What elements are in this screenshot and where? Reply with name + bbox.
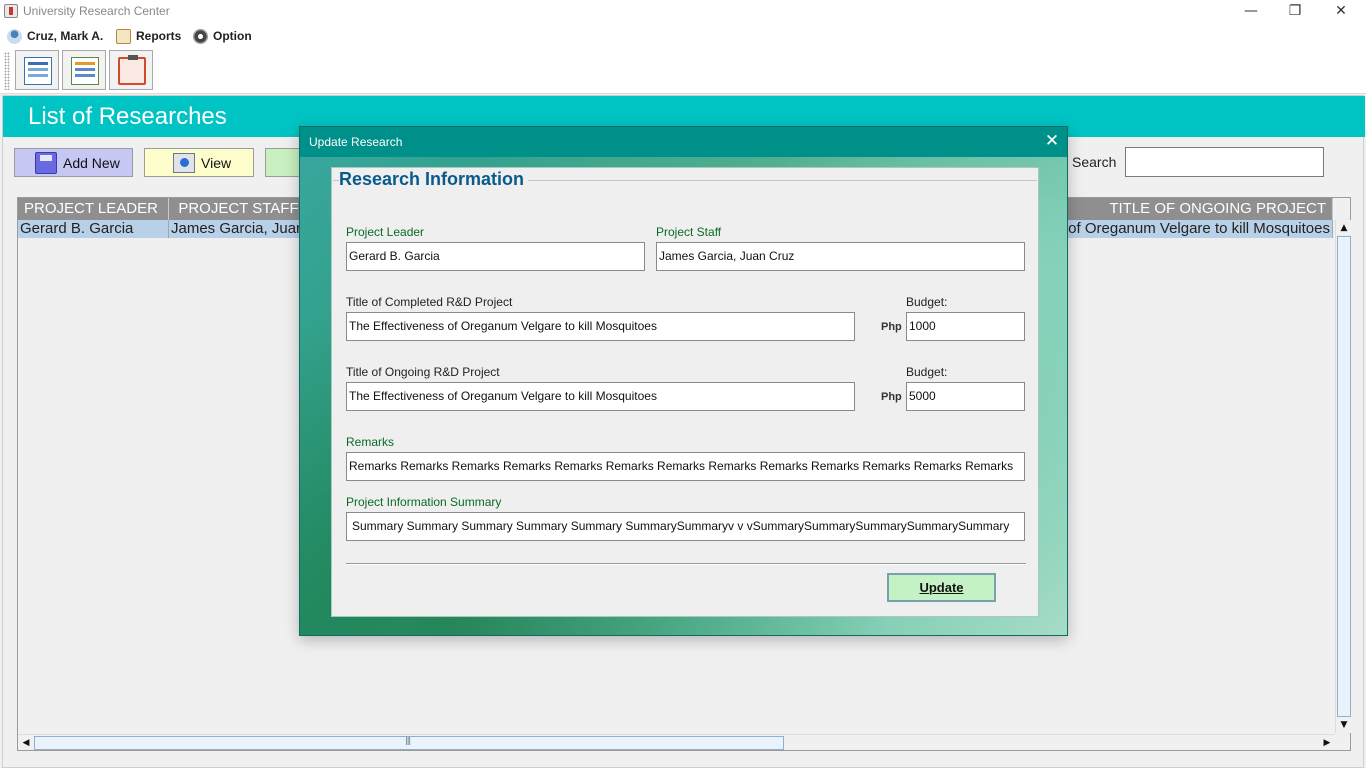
research-list-icon [24, 57, 52, 85]
dialog-title: Update Research [309, 135, 403, 149]
records-icon [71, 57, 99, 85]
ongoing-budget-field[interactable]: 5000 [906, 382, 1025, 411]
menu-option[interactable]: Option [193, 27, 252, 45]
search-label: Search [1072, 154, 1117, 170]
toolbar-clipboard-button[interactable] [109, 50, 153, 90]
completed-project-label: Title of Completed R&D Project [346, 295, 513, 309]
menu-option-label: Option [213, 29, 252, 43]
summary-field[interactable]: Summary Summary Summary Summary Summary … [346, 512, 1025, 541]
ongoing-project-label: Title of Ongoing R&D Project [346, 365, 500, 379]
menu-user-label: Cruz, Mark A. [27, 29, 104, 43]
toolbar-records-button[interactable] [62, 50, 106, 90]
cell-ongoing-text: The Effectiveness of Oreganum Velgare to… [1068, 220, 1330, 237]
add-new-button[interactable]: Add New [14, 148, 133, 177]
save-disk-icon [35, 151, 57, 174]
scroll-left-icon[interactable]: ◀ [18, 735, 34, 751]
menu-reports[interactable]: Reports [116, 27, 181, 45]
project-staff-field[interactable]: James Garcia, Juan Cruz [656, 242, 1025, 271]
completed-budget-currency: Php [881, 321, 902, 333]
menu-bar: Cruz, Mark A. Reports Option [0, 24, 1366, 46]
clipboard-icon [118, 55, 146, 85]
view-button[interactable]: View [144, 148, 254, 177]
dialog-close-icon[interactable]: ✕ [1040, 131, 1064, 151]
cell-project-staff: James Garcia, Juan Cruz [169, 220, 309, 238]
ongoing-budget-currency: Php [881, 391, 902, 403]
column-header-project-leader[interactable]: PROJECT LEADER [18, 198, 169, 220]
project-leader-label: Project Leader [346, 225, 425, 239]
window-title: University Research Center [23, 4, 170, 18]
completed-budget-label: Budget: [906, 295, 948, 309]
report-icon [116, 28, 131, 44]
menu-user[interactable]: Cruz, Mark A. [7, 27, 103, 45]
page-title: List of Researches [28, 103, 227, 130]
vertical-scroll-thumb[interactable] [1337, 236, 1351, 717]
scroll-right-icon[interactable]: ▶ [1319, 735, 1335, 751]
project-staff-label: Project Staff [656, 225, 722, 239]
horizontal-scrollbar[interactable]: ◀ ▶ [18, 734, 1335, 750]
cell-ongoing-project: The Effectiveness of Oreganum Velgare to… [1068, 220, 1333, 238]
dialog-titlebar: Update Research ✕ [300, 127, 1067, 157]
completed-budget-field[interactable]: 1000 [906, 312, 1025, 341]
remarks-label: Remarks [346, 435, 395, 449]
summary-label: Project Information Summary [346, 495, 502, 509]
column-header-ongoing-project[interactable]: TITLE OF ONGOING PROJECT [1068, 198, 1333, 220]
menu-reports-label: Reports [136, 29, 182, 43]
section-title: Research Information [339, 169, 529, 190]
cell-project-leader: Gerard B. Garcia [18, 220, 169, 238]
close-button[interactable]: ✕ [1318, 0, 1364, 24]
gear-icon [193, 28, 208, 44]
add-new-label: Add New [63, 154, 120, 171]
update-button[interactable]: Update [887, 573, 996, 602]
toolbar-research-list-button[interactable] [15, 50, 59, 90]
minimize-button[interactable]: — [1228, 0, 1274, 24]
scroll-down-icon[interactable]: ▼ [1336, 717, 1352, 733]
search-input[interactable] [1125, 147, 1324, 177]
completed-project-field[interactable]: The Effectiveness of Oreganum Velgare to… [346, 312, 855, 341]
research-information-form: Research Information Project Leader Gera… [331, 167, 1039, 617]
ongoing-budget-label: Budget: [906, 365, 948, 379]
vertical-scrollbar[interactable]: ▲ ▼ [1335, 220, 1351, 733]
window-titlebar: University Research Center — ❐ ✕ [0, 0, 1366, 24]
view-label: View [201, 154, 232, 171]
horizontal-scroll-thumb[interactable] [34, 736, 784, 750]
update-research-dialog: Update Research ✕ Research Information P… [299, 126, 1068, 636]
user-icon [7, 28, 22, 44]
view-icon [173, 152, 195, 173]
ongoing-project-field[interactable]: The Effectiveness of Oreganum Velgare to… [346, 382, 855, 411]
column-header-project-staff[interactable]: PROJECT STAFF [169, 198, 309, 220]
java-app-icon [4, 4, 18, 18]
remarks-field[interactable]: Remarks Remarks Remarks Remarks Remarks … [346, 452, 1025, 481]
restore-button[interactable]: ❐ [1272, 0, 1318, 24]
form-separator [346, 563, 1026, 565]
project-leader-field[interactable]: Gerard B. Garcia [346, 242, 645, 271]
toolbar-grip[interactable] [4, 52, 10, 90]
scroll-up-icon[interactable]: ▲ [1336, 220, 1352, 236]
toolbar [0, 46, 1366, 94]
